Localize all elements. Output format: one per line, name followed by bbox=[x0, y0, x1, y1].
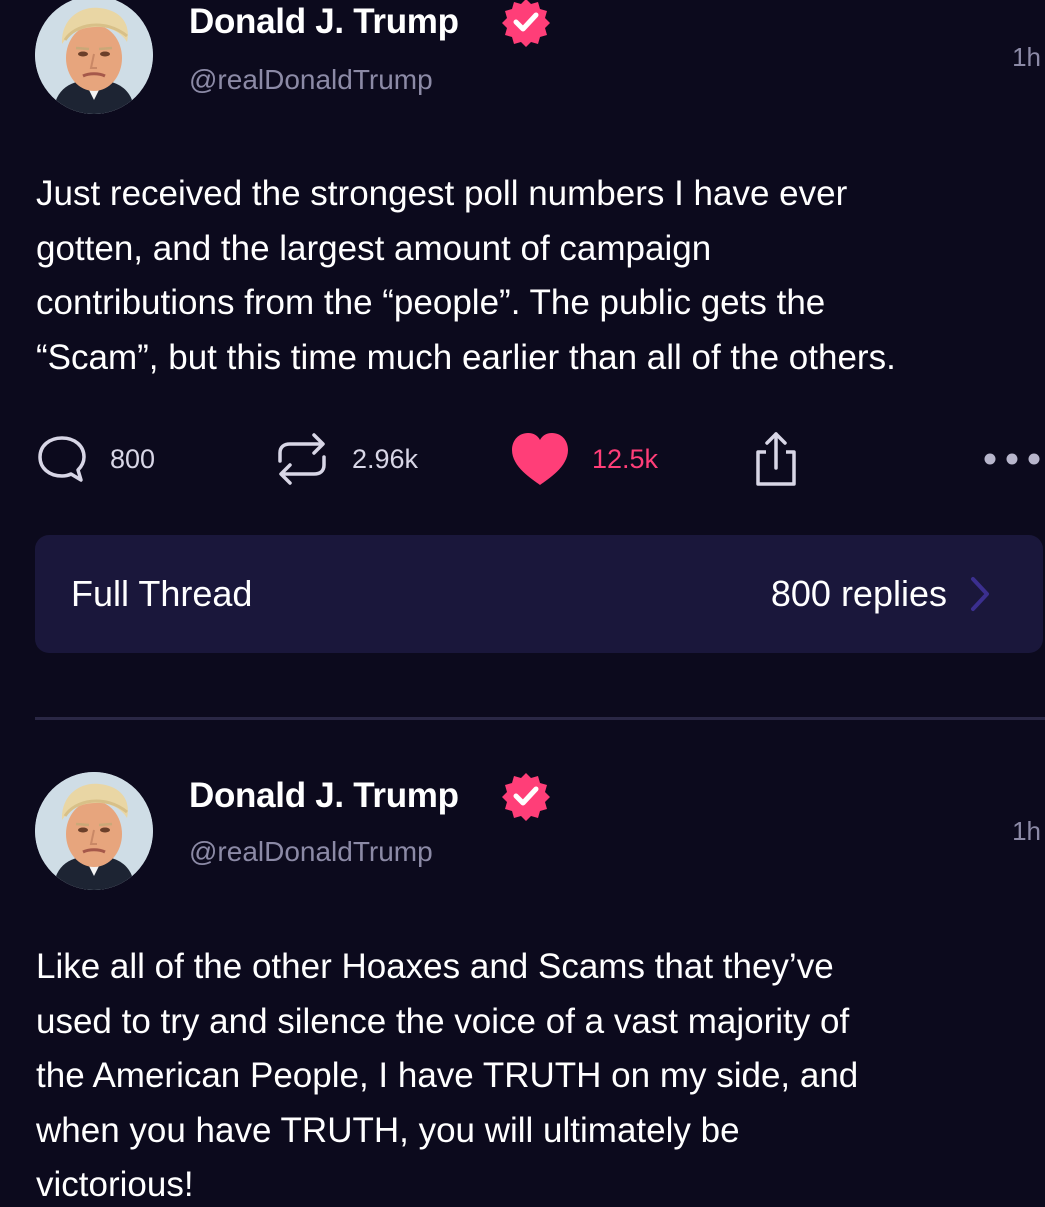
author-handle[interactable]: @realDonaldTrump bbox=[189, 64, 433, 96]
author-handle[interactable]: @realDonaldTrump bbox=[189, 836, 433, 868]
full-thread-link[interactable]: Full Thread 800 replies bbox=[35, 535, 1043, 653]
avatar[interactable] bbox=[35, 0, 153, 114]
post-timestamp: 1h bbox=[1012, 42, 1041, 72]
share-icon bbox=[756, 432, 796, 486]
retruth-count: 2.96k bbox=[352, 443, 419, 474]
post-body: Just received the strongest poll numbers… bbox=[36, 174, 896, 377]
verified-badge-icon bbox=[500, 0, 552, 48]
chevron-right-icon bbox=[971, 577, 989, 611]
more-dots-icon bbox=[984, 453, 1040, 465]
like-button[interactable]: 12.5k bbox=[510, 428, 658, 490]
thread-title: Full Thread bbox=[71, 573, 253, 614]
heart-icon bbox=[512, 433, 568, 485]
author-name[interactable]: Donald J. Trump bbox=[189, 776, 459, 816]
post-actions: 800 2.96k 12.5k bbox=[0, 428, 1045, 490]
feed: Donald J. Trump @realDonaldTrump 1h Just… bbox=[0, 0, 1045, 1207]
verified-badge-icon bbox=[500, 770, 552, 822]
retruth-icon bbox=[278, 433, 326, 485]
author-name[interactable]: Donald J. Trump bbox=[189, 2, 459, 42]
post-divider bbox=[35, 717, 1045, 720]
avatar[interactable] bbox=[35, 772, 153, 890]
like-count: 12.5k bbox=[592, 443, 659, 474]
more-options-button[interactable] bbox=[982, 428, 1044, 490]
thread-replies-count: 800 replies bbox=[770, 573, 947, 614]
reply-button[interactable]: 800 bbox=[36, 428, 155, 490]
retruth-button[interactable]: 2.96k bbox=[274, 428, 418, 490]
reply-count: 800 bbox=[110, 443, 156, 474]
share-button[interactable] bbox=[752, 428, 800, 490]
reply-icon bbox=[38, 436, 86, 482]
post-timestamp: 1h bbox=[1012, 816, 1041, 846]
post-body: Like all of the other Hoaxes and Scams t… bbox=[36, 947, 859, 1204]
